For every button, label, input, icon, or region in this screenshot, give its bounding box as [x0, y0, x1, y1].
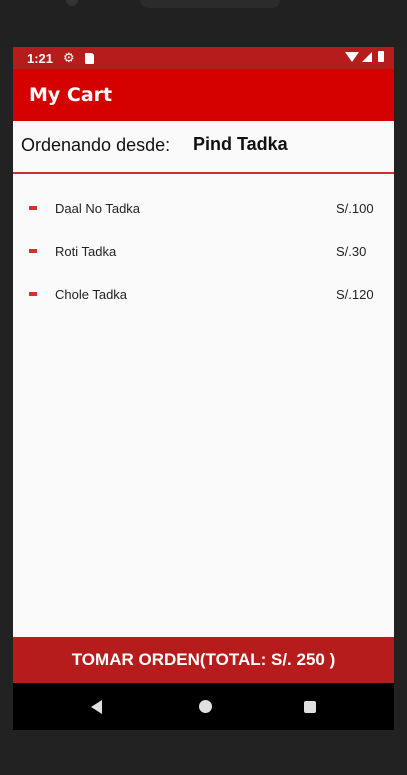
- cart-item[interactable]: Roti Tadka S/.30: [13, 230, 394, 273]
- app-bar: My Cart: [13, 69, 394, 121]
- signal-icon: [362, 51, 372, 62]
- order-from-label: Ordenando desde:: [21, 135, 171, 155]
- speaker-grille: [140, 0, 280, 8]
- bullet-icon: [29, 292, 37, 296]
- divider: [13, 172, 394, 174]
- item-price: S/.100: [336, 201, 374, 216]
- item-price: S/.120: [336, 287, 374, 302]
- wifi-icon: [345, 51, 359, 62]
- page-title: My Cart: [29, 84, 113, 106]
- bullet-icon: [29, 206, 37, 210]
- bullet-icon: [29, 249, 37, 253]
- navigation-bar: [13, 683, 394, 730]
- place-order-button[interactable]: TOMAR ORDEN(TOTAL: S/. 250 ): [13, 637, 394, 683]
- cart-item[interactable]: Daal No Tadka S/.100: [13, 187, 394, 230]
- sd-card-icon: [85, 53, 94, 64]
- screen: 1:21 ⚙ My Cart Ordenando desde: Pind Tad…: [13, 47, 394, 730]
- battery-icon: [378, 51, 384, 62]
- device-bezel-top: [0, 0, 407, 47]
- restaurant-name: Pind Tadka: [193, 134, 288, 154]
- cart-list: Daal No Tadka S/.100 Roti Tadka S/.30 Ch…: [13, 187, 394, 316]
- gear-icon: ⚙: [63, 50, 75, 65]
- item-price: S/.30: [336, 244, 367, 259]
- cart-item[interactable]: Chole Tadka S/.120: [13, 273, 394, 316]
- item-name: Daal No Tadka: [55, 201, 141, 216]
- device-frame: 1:21 ⚙ My Cart Ordenando desde: Pind Tad…: [0, 0, 407, 775]
- status-right-icons: [345, 51, 384, 62]
- status-bar: 1:21 ⚙: [13, 47, 394, 69]
- recent-apps-icon[interactable]: [304, 701, 316, 713]
- status-time: 1:21: [27, 51, 54, 66]
- item-name: Roti Tadka: [55, 244, 117, 259]
- home-icon[interactable]: [199, 700, 212, 713]
- order-from-header: Ordenando desde: Pind Tadka: [13, 121, 394, 172]
- back-icon[interactable]: [91, 700, 102, 714]
- item-name: Chole Tadka: [55, 287, 128, 302]
- camera: [66, 0, 78, 6]
